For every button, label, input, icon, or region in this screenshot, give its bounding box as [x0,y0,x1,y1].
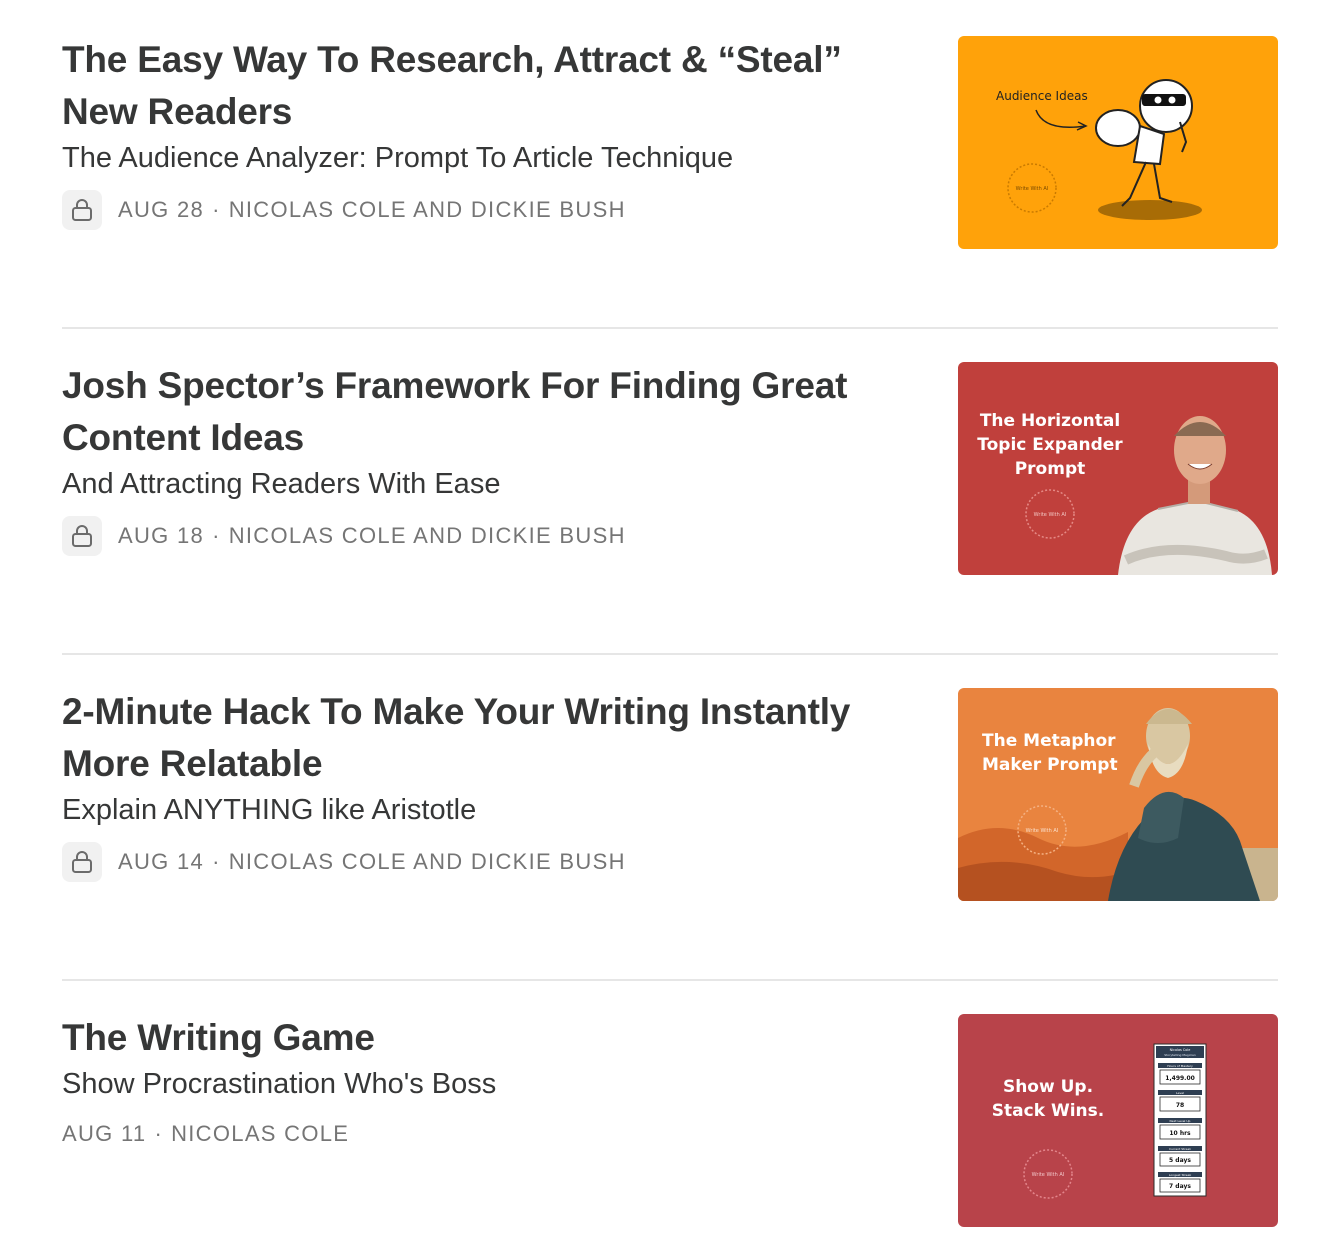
post-thumbnail[interactable]: The Horizontal Topic Expander Prompt Wri… [958,362,1278,575]
stat-label: Next Level Up [1170,1119,1191,1123]
svg-text:Show Up.: Show Up. [1003,1077,1093,1097]
post-item[interactable]: The Easy Way To Research, Attract & “Ste… [62,36,1278,250]
lock-icon [62,842,102,882]
meta-separator: · [154,1121,164,1146]
stat-label: Current Streak [1169,1147,1191,1151]
svg-text:The Metaphor: The Metaphor [982,731,1116,751]
stat-value: 5 days [1169,1157,1191,1164]
post-title[interactable]: The Easy Way To Research, Attract & “Ste… [62,34,922,138]
post-text: The Easy Way To Research, Attract & “Ste… [62,36,922,230]
post-subtitle: The Audience Analyzer: Prompt To Article… [62,142,734,174]
thumbnail-seal: Write With AI [1034,512,1067,518]
stat-label: Hours of Mastery [1167,1064,1193,1068]
post-item[interactable]: 2-Minute Hack To Make Your Writing Insta… [62,688,1278,902]
post-meta: AUG 28 · NICOLAS COLE AND DICKIE BUSH [62,190,922,230]
stats-card: Nicolas Cole Storytelling Magician Hours… [1153,1043,1207,1197]
lock-icon [62,516,102,556]
stats-card-subtitle: Storytelling Magician [1164,1053,1196,1057]
stat-value: 7 days [1169,1183,1191,1190]
post-divider [62,653,1278,655]
post-meta-text: AUG 11 · NICOLAS COLE [62,1121,349,1147]
post-title[interactable]: Josh Spector’s Framework For Finding Gre… [62,360,922,464]
post-meta: AUG 11 · NICOLAS COLE [62,1114,922,1154]
post-item[interactable]: The Writing Game Show Procrastination Wh… [62,1014,1278,1228]
post-subtitle: Explain ANYTHING like Aristotle [62,794,477,826]
post-text: 2-Minute Hack To Make Your Writing Insta… [62,688,922,882]
thumbnail-seal: Write With AI [1026,828,1059,834]
stats-card-name: Nicolas Cole [1170,1048,1191,1052]
stat-label: Longest Streak [1169,1173,1192,1177]
svg-text:Maker Prompt: Maker Prompt [982,755,1118,775]
stat-value: 1,499.00 [1165,1075,1195,1082]
post-date: AUG 28 [118,197,205,222]
post-authors[interactable]: NICOLAS COLE [171,1121,349,1146]
stat-label: Level [1176,1091,1184,1095]
post-text: Josh Spector’s Framework For Finding Gre… [62,362,922,556]
post-text: The Writing Game Show Procrastination Wh… [62,1014,922,1154]
post-meta: AUG 14 · NICOLAS COLE AND DICKIE BUSH [62,842,922,882]
post-date: AUG 18 [118,523,205,548]
svg-text:Topic Expander: Topic Expander [977,435,1123,455]
lock-icon [62,190,102,230]
meta-separator: · [212,849,221,874]
post-divider [62,327,1278,329]
meta-separator: · [212,197,221,222]
thumbnail-seal: Write With AI [1032,1172,1065,1178]
post-date: AUG 14 [118,849,205,874]
post-meta-text: AUG 14 · NICOLAS COLE AND DICKIE BUSH [118,849,626,875]
post-divider [62,979,1278,981]
post-title[interactable]: 2-Minute Hack To Make Your Writing Insta… [62,686,922,790]
post-meta: AUG 18 · NICOLAS COLE AND DICKIE BUSH [62,516,922,556]
post-thumbnail[interactable]: Show Up. Stack Wins. Write With AI Nicol… [958,1014,1278,1227]
post-date: AUG 11 [62,1121,147,1146]
post-feed: The Easy Way To Research, Attract & “Ste… [0,0,1332,1252]
post-thumbnail[interactable]: The Metaphor Maker Prompt Write With AI [958,688,1278,901]
post-meta-text: AUG 18 · NICOLAS COLE AND DICKIE BUSH [118,523,626,549]
post-subtitle: And Attracting Readers With Ease [62,468,501,500]
post-authors[interactable]: NICOLAS COLE AND DICKIE BUSH [229,523,626,548]
svg-text:Stack Wins.: Stack Wins. [992,1101,1104,1121]
thumbnail-label: Audience Ideas [996,89,1088,103]
post-meta-text: AUG 28 · NICOLAS COLE AND DICKIE BUSH [118,197,626,223]
post-subtitle: Show Procrastination Who's Boss [62,1068,497,1100]
thumbnail-seal: Write With AI [1016,186,1049,192]
post-item[interactable]: Josh Spector’s Framework For Finding Gre… [62,362,1278,576]
stat-value: 78 [1176,1102,1184,1109]
meta-separator: · [212,523,221,548]
stat-value: 10 hrs [1169,1130,1191,1137]
post-title[interactable]: The Writing Game [62,1012,922,1064]
post-authors[interactable]: NICOLAS COLE AND DICKIE BUSH [229,197,626,222]
post-authors[interactable]: NICOLAS COLE AND DICKIE BUSH [229,849,626,874]
svg-text:Prompt: Prompt [1015,459,1086,479]
post-thumbnail[interactable]: Audience Ideas Write With AI [958,36,1278,249]
svg-text:The Horizontal: The Horizontal [980,411,1120,431]
